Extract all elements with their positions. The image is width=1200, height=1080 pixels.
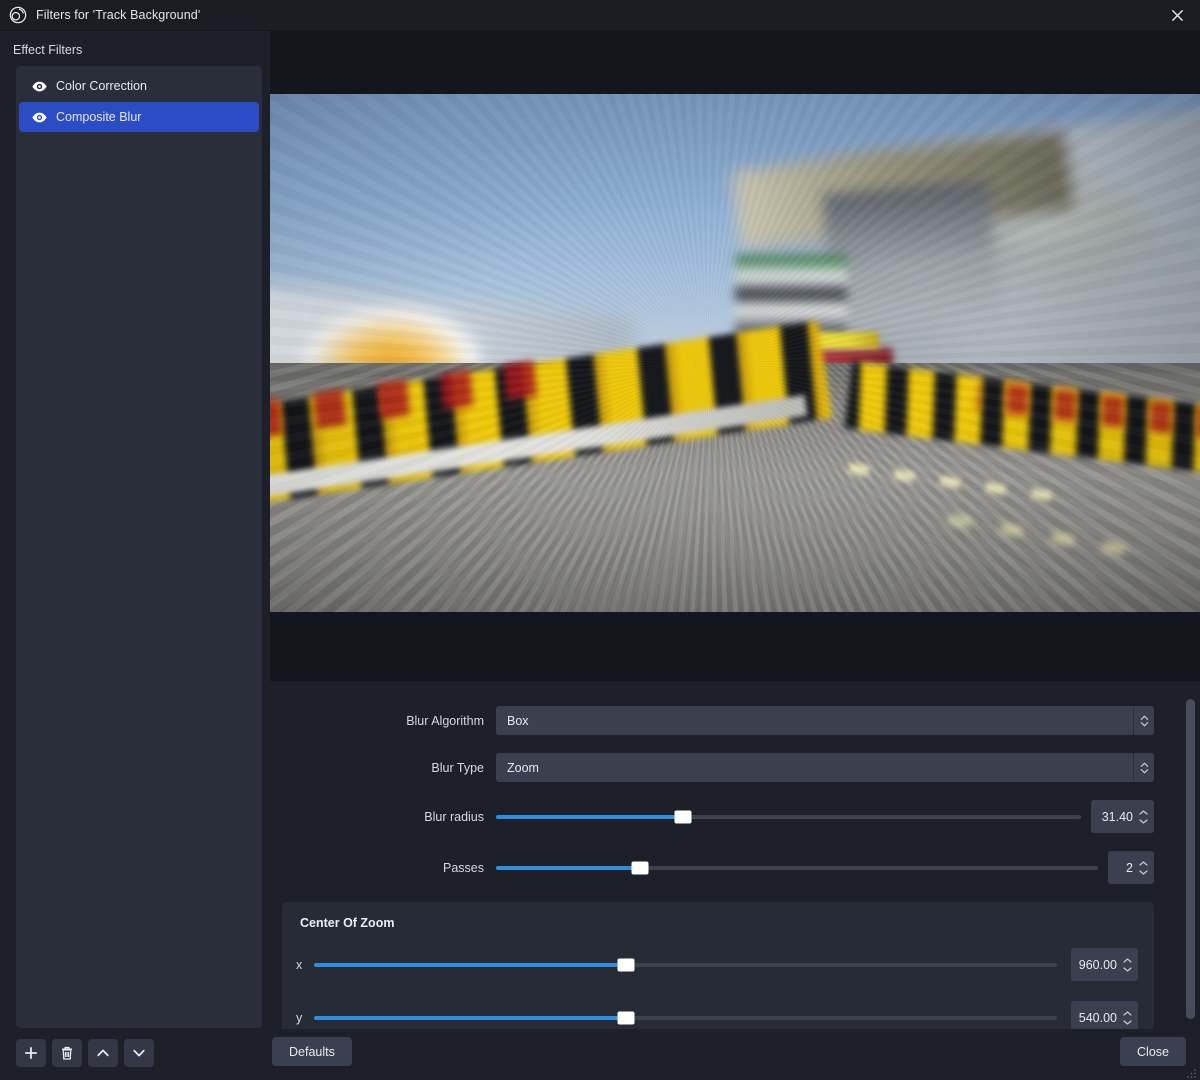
row-center-x: x 960.00 xyxy=(294,948,1138,981)
close-icon[interactable] xyxy=(1154,0,1200,31)
move-filter-down-button[interactable] xyxy=(124,1039,154,1067)
center-of-zoom-title: Center Of Zoom xyxy=(300,916,395,930)
window-title: Filters for 'Track Background' xyxy=(36,8,201,22)
chevron-up-icon xyxy=(1123,957,1132,963)
properties-scrollbar[interactable] xyxy=(1186,685,1195,1025)
preview-vignette xyxy=(270,94,1200,612)
slider-fill xyxy=(314,1015,626,1020)
row-blur-radius: Blur radius 31.40 xyxy=(270,800,1170,833)
passes-spinbox[interactable]: 2 xyxy=(1108,851,1154,884)
filter-list[interactable]: Color Correction Composite Blur xyxy=(16,66,262,1028)
obs-logo-icon xyxy=(9,6,27,24)
eye-icon[interactable] xyxy=(29,78,49,95)
chevron-updown-icon[interactable] xyxy=(1133,706,1154,735)
blur-algorithm-label: Blur Algorithm xyxy=(406,713,484,728)
spinbox-arrows[interactable] xyxy=(1138,860,1152,875)
center-of-zoom-group: Center Of Zoom x 960.00 y 540.00 xyxy=(282,902,1154,1029)
passes-label: Passes xyxy=(443,860,484,875)
blur-algorithm-select[interactable]: Box xyxy=(496,706,1154,735)
center-x-slider[interactable] xyxy=(314,956,1057,974)
blur-radius-control: 31.40 xyxy=(496,800,1170,833)
spinbox-arrows[interactable] xyxy=(1122,957,1136,972)
spinbox-arrows[interactable] xyxy=(1138,809,1152,824)
blur-radius-spinbox[interactable]: 31.40 xyxy=(1091,800,1154,833)
slider-handle[interactable] xyxy=(617,958,635,971)
center-y-control: 540.00 xyxy=(314,1001,1138,1029)
defaults-button[interactable]: Defaults xyxy=(272,1037,352,1066)
slider-handle[interactable] xyxy=(631,861,649,874)
remove-filter-button[interactable] xyxy=(52,1039,82,1067)
blur-radius-value: 31.40 xyxy=(1101,809,1133,824)
eye-icon[interactable] xyxy=(29,109,49,126)
filter-list-item-composite-blur[interactable]: Composite Blur xyxy=(19,102,259,132)
chevron-up-icon xyxy=(1139,809,1148,815)
filters-dialog: Filters for 'Track Background' Effect Fi… xyxy=(0,0,1200,1080)
blur-type-value: Zoom xyxy=(507,760,539,775)
slider-fill xyxy=(496,814,684,819)
slider-fill xyxy=(496,865,641,870)
passes-control: 2 xyxy=(496,851,1170,884)
chevron-up-icon xyxy=(1123,1010,1132,1016)
effect-filters-header: Effect Filters xyxy=(13,43,83,57)
filter-settings-panel: Blur Algorithm Box Blur Type Zoom Blur r… xyxy=(270,31,1200,1080)
center-x-value: 960.00 xyxy=(1078,957,1117,972)
resize-grip-icon[interactable] xyxy=(1186,1066,1197,1078)
blur-algorithm-value: Box xyxy=(507,713,529,728)
chevron-down-icon xyxy=(1139,818,1148,824)
row-blur-type: Blur Type Zoom xyxy=(270,753,1170,782)
chevron-up-icon xyxy=(1139,860,1148,866)
filter-list-item-color-correction[interactable]: Color Correction xyxy=(19,71,259,101)
center-y-slider[interactable] xyxy=(314,1009,1057,1027)
center-y-value: 540.00 xyxy=(1078,1010,1117,1025)
center-y-spinbox[interactable]: 540.00 xyxy=(1070,1001,1138,1029)
effect-filters-panel: Effect Filters Color Correction Composit… xyxy=(0,31,270,1080)
chevron-down-icon xyxy=(1123,1019,1132,1025)
blur-radius-label: Blur radius xyxy=(424,809,484,824)
add-filter-button[interactable] xyxy=(16,1039,46,1067)
slider-handle[interactable] xyxy=(674,810,692,823)
move-filter-up-button[interactable] xyxy=(88,1039,118,1067)
properties-area: Blur Algorithm Box Blur Type Zoom Blur r… xyxy=(270,681,1200,1029)
slider-handle[interactable] xyxy=(617,1011,635,1024)
dialog-body: Effect Filters Color Correction Composit… xyxy=(0,31,1200,1080)
filter-list-toolbar xyxy=(0,1028,270,1080)
preview-image-racetrack xyxy=(270,94,1200,612)
slider-fill xyxy=(314,962,626,967)
blur-type-select[interactable]: Zoom xyxy=(496,753,1154,782)
passes-slider[interactable] xyxy=(496,859,1098,877)
properties-scrollbar-thumb[interactable] xyxy=(1186,699,1195,1019)
chevron-updown-icon[interactable] xyxy=(1133,753,1154,782)
center-y-label: y xyxy=(296,1010,303,1025)
center-x-label: x xyxy=(296,957,303,972)
filter-list-item-label: Composite Blur xyxy=(56,110,142,124)
row-passes: Passes 2 xyxy=(270,851,1170,884)
passes-value: 2 xyxy=(1126,860,1133,875)
center-x-control: 960.00 xyxy=(314,948,1138,981)
chevron-down-icon xyxy=(1139,869,1148,875)
spinbox-arrows[interactable] xyxy=(1122,1010,1136,1025)
row-center-y: y 540.00 xyxy=(294,1001,1138,1029)
filter-preview xyxy=(270,31,1200,681)
blur-radius-slider[interactable] xyxy=(496,808,1081,826)
dialog-footer: Defaults Close xyxy=(270,1029,1200,1080)
blur-type-label: Blur Type xyxy=(431,760,484,775)
center-x-spinbox[interactable]: 960.00 xyxy=(1070,948,1138,981)
filter-list-item-label: Color Correction xyxy=(56,79,148,93)
title-bar: Filters for 'Track Background' xyxy=(0,0,1200,31)
row-blur-algorithm: Blur Algorithm Box xyxy=(270,706,1170,735)
close-button[interactable]: Close xyxy=(1120,1037,1186,1066)
chevron-down-icon xyxy=(1123,966,1132,972)
